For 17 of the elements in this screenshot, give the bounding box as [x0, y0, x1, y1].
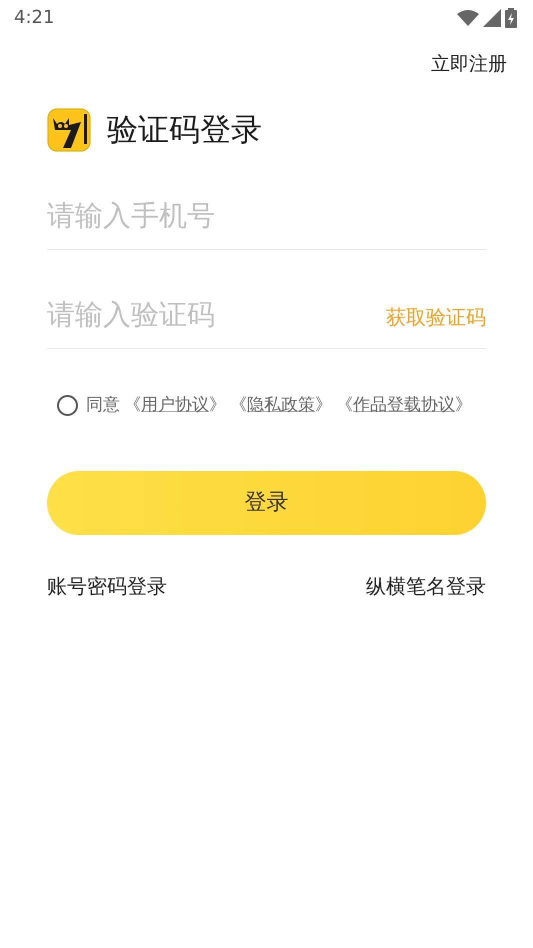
- battery-icon: [505, 8, 517, 28]
- page-title: 验证码登录: [107, 110, 262, 150]
- phone-input-field[interactable]: 请输入手机号: [47, 195, 486, 250]
- agreement-link[interactable]: 《用户协议》: [124, 393, 226, 418]
- agree-text: 同意: [86, 394, 120, 417]
- pen-name-login-link[interactable]: 纵横笔名登录: [366, 570, 486, 600]
- password-login-link[interactable]: 账号密码登录: [47, 570, 167, 600]
- code-input-field[interactable]: 请输入验证码: [47, 294, 386, 348]
- wifi-icon: [457, 10, 479, 26]
- agreement-link[interactable]: 《作品登载协议》: [336, 393, 472, 418]
- register-link[interactable]: 立即注册: [431, 50, 507, 78]
- agreement-link[interactable]: 《隐私政策》: [230, 393, 332, 418]
- login-button[interactable]: 登录: [47, 470, 486, 534]
- cat-logo-icon: [47, 108, 91, 152]
- status-time: 4:21: [14, 6, 54, 30]
- signal-icon: [483, 9, 501, 27]
- agree-radio[interactable]: [57, 395, 78, 416]
